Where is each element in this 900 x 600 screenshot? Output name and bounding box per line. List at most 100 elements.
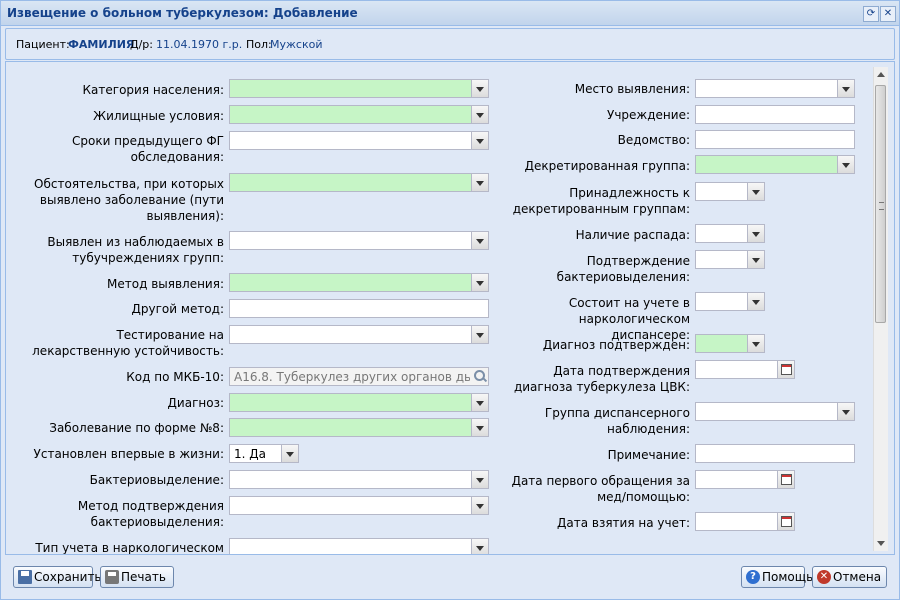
calendar-icon[interactable]: [777, 513, 794, 530]
chevron-down-icon[interactable]: [471, 419, 488, 436]
chevron-down-icon[interactable]: [471, 394, 488, 411]
confirm-method-combo[interactable]: [229, 496, 489, 515]
detection-place-combo[interactable]: [695, 79, 855, 98]
scroll-down-icon[interactable]: [877, 541, 885, 546]
sex-label: Пол:: [246, 38, 272, 51]
field-label-decreed-group: Декретированная группа:: [524, 159, 690, 173]
chevron-down-icon[interactable]: [837, 156, 854, 173]
housing-combo[interactable]: [229, 105, 489, 124]
close-icon[interactable]: ✕: [880, 6, 896, 22]
chevron-down-icon[interactable]: [747, 183, 764, 200]
refresh-icon[interactable]: ⟳: [863, 6, 879, 22]
chevron-down-icon[interactable]: [471, 497, 488, 514]
detection-method-combo[interactable]: [229, 273, 489, 292]
narco-registered-combo[interactable]: [695, 292, 765, 311]
patient-info-bar: Пациент: ФАМИЛИЯ Д/р: 11.04.1970 г.р. По…: [5, 28, 895, 60]
decreed-membership-combo[interactable]: [695, 182, 765, 201]
help-icon: ?: [746, 570, 760, 584]
scroll-thumb[interactable]: [875, 85, 886, 323]
detection-circumstances-combo[interactable]: [229, 173, 489, 192]
chevron-down-icon[interactable]: [471, 539, 488, 554]
patient-label: Пациент:: [16, 38, 70, 51]
field-label-institution: Учреждение:: [607, 108, 690, 122]
field-label-note: Примечание:: [607, 448, 690, 462]
population-category-combo[interactable]: [229, 79, 489, 98]
field-label-first-visit-date: Дата первого обращения за мед/помощью:: [511, 474, 690, 504]
field-label-form8: Заболевание по форме №8:: [49, 421, 224, 435]
note-input[interactable]: [695, 444, 855, 463]
other-method-input[interactable]: [229, 299, 489, 318]
diagnosis-confirmed-combo[interactable]: [695, 334, 765, 353]
diagnosis-combo[interactable]: [229, 393, 489, 412]
field-label-dispensary-group: Группа диспансерного наблюдения:: [544, 406, 690, 436]
observed-groups-combo[interactable]: [229, 231, 489, 250]
field-label-icd10: Код по МКБ-10:: [126, 370, 224, 384]
chevron-down-icon[interactable]: [471, 106, 488, 123]
chevron-down-icon[interactable]: [471, 326, 488, 343]
chevron-down-icon[interactable]: [837, 403, 854, 420]
dob-label: Д/р:: [130, 38, 153, 51]
field-label-decay: Наличие распада:: [575, 228, 690, 242]
print-button[interactable]: Печать: [100, 566, 174, 588]
field-label-confirm-method: Метод подтверждения бактериовыделения:: [77, 499, 224, 529]
form-panel: Категория населения: Жилищные условия: С…: [5, 61, 895, 555]
dispensary-group-combo[interactable]: [695, 402, 855, 421]
chevron-down-icon[interactable]: [471, 132, 488, 149]
field-label-prev-fg: Сроки предыдущего ФГ обследования:: [71, 134, 224, 164]
icd10-input[interactable]: A16.8. Туберкулез других органов дыхан: [229, 367, 489, 386]
drug-resistance-combo[interactable]: [229, 325, 489, 344]
field-label-observed-groups: Выявлен из наблюдаемых в тубучреждениях …: [47, 235, 224, 265]
bacterial-confirm-combo[interactable]: [695, 250, 765, 269]
chevron-down-icon[interactable]: [747, 225, 764, 242]
search-icon[interactable]: [472, 368, 488, 385]
cvk-date-field[interactable]: [695, 360, 795, 379]
chevron-down-icon[interactable]: [471, 471, 488, 488]
chevron-down-icon[interactable]: [471, 232, 488, 249]
form8-combo[interactable]: [229, 418, 489, 437]
calendar-icon[interactable]: [777, 471, 794, 488]
field-label-first-time: Установлен впервые в жизни:: [33, 447, 224, 461]
decreed-group-combo[interactable]: [695, 155, 855, 174]
chevron-down-icon[interactable]: [281, 445, 298, 462]
vertical-scrollbar[interactable]: [873, 67, 888, 551]
help-button[interactable]: ? Помощь: [741, 566, 813, 588]
field-label-housing: Жилищные условия:: [93, 109, 224, 123]
field-label-decreed-membership: Принадлежность к декретированным группам…: [512, 186, 690, 216]
department-input[interactable]: [695, 130, 855, 149]
scroll-up-icon[interactable]: [877, 72, 885, 77]
field-label-diagnosis-confirmed: Диагноз подтвержден:: [542, 338, 690, 352]
cancel-button[interactable]: ✕ Отмена: [812, 566, 887, 588]
field-label-other-method: Другой метод:: [131, 302, 224, 316]
first-visit-date-field[interactable]: [695, 470, 795, 489]
institution-input[interactable]: [695, 105, 855, 124]
chevron-down-icon[interactable]: [471, 274, 488, 291]
field-label-bacterial-confirm: Подтверждение бактериовыделения:: [556, 254, 690, 284]
bacterial-excretion-combo[interactable]: [229, 470, 489, 489]
field-label-narco-registered: Состоит на учете в наркологическом диспа…: [568, 296, 690, 342]
patient-dob: 11.04.1970 г.р.: [156, 38, 243, 51]
dialog-window: Извещение о больном туберкулезом: Добавл…: [0, 0, 900, 600]
save-button[interactable]: Сохранить: [13, 566, 102, 588]
chevron-down-icon[interactable]: [837, 80, 854, 97]
chevron-down-icon[interactable]: [471, 80, 488, 97]
field-label-detection-method: Метод выявления:: [107, 277, 224, 291]
prev-fg-combo[interactable]: [229, 131, 489, 150]
registration-date-field[interactable]: [695, 512, 795, 531]
field-label-detection-place: Место выявления:: [574, 82, 690, 96]
chevron-down-icon[interactable]: [747, 251, 764, 268]
field-label-bacterial-excretion: Бактериовыделение:: [89, 473, 224, 487]
calendar-icon[interactable]: [777, 361, 794, 378]
narco-type-combo[interactable]: [229, 538, 489, 554]
print-icon: [105, 570, 119, 584]
first-time-combo[interactable]: 1. Да: [229, 444, 299, 463]
decay-combo[interactable]: [695, 224, 765, 243]
field-label-diagnosis: Диагноз:: [167, 396, 224, 410]
field-label-drug-resistance: Тестирование на лекарственную устойчивос…: [32, 328, 224, 358]
patient-sex: Мужской: [270, 38, 323, 51]
patient-name: ФАМИЛИЯ: [68, 38, 135, 51]
chevron-down-icon[interactable]: [747, 335, 764, 352]
save-icon: [18, 570, 32, 584]
chevron-down-icon[interactable]: [747, 293, 764, 310]
chevron-down-icon[interactable]: [471, 174, 488, 191]
field-label-detection-circumstances: Обстоятельства, при которых выявлено заб…: [34, 177, 224, 223]
